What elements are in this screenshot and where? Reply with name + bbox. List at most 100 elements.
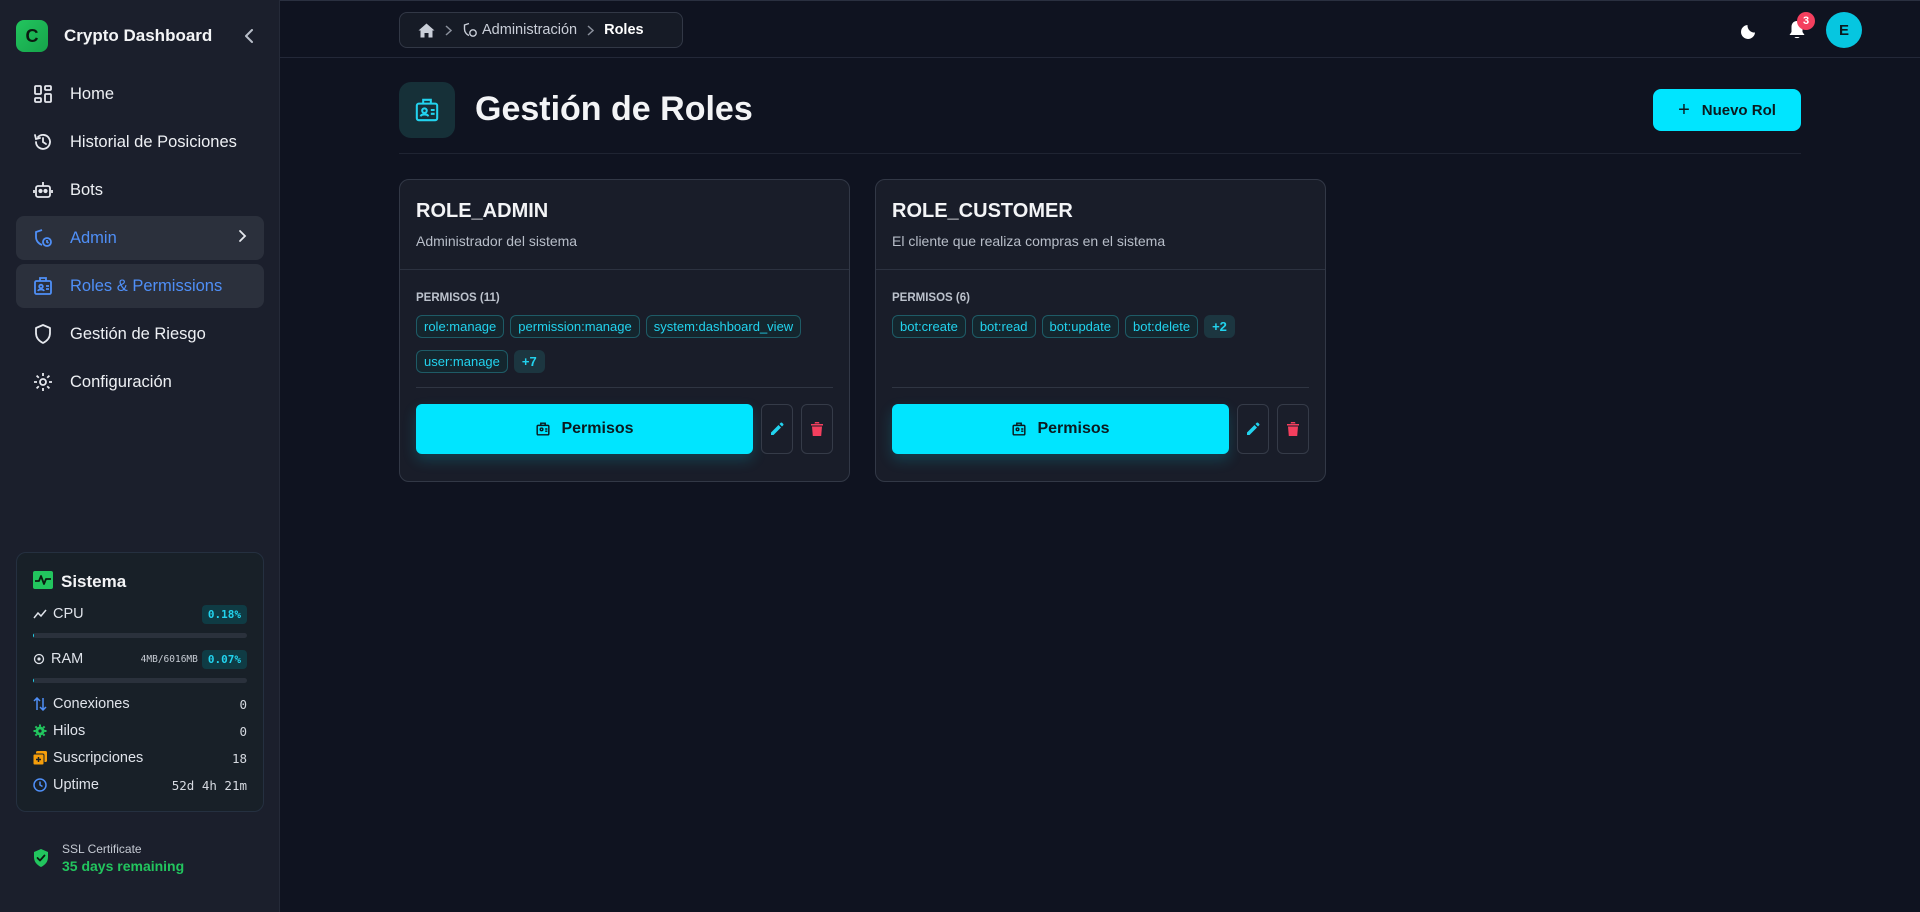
hilos-metric: Hilos 0: [33, 720, 247, 742]
sidebar-item-admin[interactable]: Admin: [16, 216, 264, 260]
cpu-progress-bar: [33, 633, 247, 638]
permissions-count-label: PERMISOS (6): [892, 292, 970, 304]
system-card-title: Sistema: [33, 570, 247, 593]
page-header: Gestión de Roles + Nuevo Rol: [399, 82, 1801, 154]
chevron-right-icon: [239, 230, 247, 242]
suscripciones-metric: Suscripciones 18: [33, 747, 247, 769]
trending-up-icon: [33, 608, 47, 620]
id-badge-icon: [399, 82, 455, 138]
trash-icon: [1287, 422, 1299, 436]
uptime-metric: Uptime 52d 4h 21m: [33, 774, 247, 796]
delete-role-button[interactable]: [1277, 404, 1309, 454]
ssl-certificate-status: SSL Certificate 35 days remaining: [16, 836, 264, 880]
edit-role-button[interactable]: [761, 404, 793, 454]
delete-role-button[interactable]: [801, 404, 833, 454]
ram-progress-bar: [33, 678, 247, 683]
verified-shield-icon: [34, 849, 48, 867]
brand: C Crypto Dashboard: [16, 20, 264, 52]
sidebar-item-home[interactable]: Home: [16, 72, 264, 116]
brand-logo[interactable]: C: [16, 20, 48, 52]
edit-role-button[interactable]: [1237, 404, 1269, 454]
ram-metric: RAM 4MB/6016MB 0.07%: [33, 648, 247, 670]
sidebar-item-label: Gestión de Riesgo: [70, 324, 206, 343]
breadcrumb-current: Roles: [604, 22, 644, 38]
home-icon: [418, 23, 435, 37]
cpu-metric: CPU 0.18%: [33, 603, 247, 625]
cpu-value: 0.18%: [201, 604, 247, 624]
permissions-count-label: PERMISOS (11): [416, 292, 500, 304]
sidebar-item-label: Admin: [70, 228, 117, 247]
sidebar-item-bots[interactable]: Bots: [16, 168, 264, 212]
permission-tag: user:manage: [416, 349, 508, 373]
page-title: Gestión de Roles: [475, 90, 753, 128]
permission-tag: role:manage: [416, 315, 505, 338]
app-title: Crypto Dashboard: [64, 26, 213, 45]
role-name: ROLE_CUSTOMER: [892, 200, 1073, 222]
role-description: El cliente que realiza compras en el sis…: [892, 233, 1166, 249]
subscriptions-icon: [33, 751, 47, 765]
permission-tag: bot:read: [971, 315, 1036, 338]
ssl-title: SSL Certificate: [62, 842, 142, 856]
topbar-actions: 3 E: [1721, 12, 1862, 48]
more-permissions-tag[interactable]: +2: [1204, 315, 1235, 338]
sidebar-item-label: Roles & Permissions: [70, 276, 223, 295]
breadcrumb: Administración Roles: [399, 12, 683, 48]
sidebar-item-configuracion[interactable]: Configuración: [16, 360, 264, 404]
gear-icon: [32, 371, 54, 393]
sidebar: C Crypto Dashboard Home Historial de Pos…: [0, 0, 280, 912]
role-card: ROLE_ADMIN Administrador del sistema PER…: [399, 179, 850, 482]
clock-icon: [33, 778, 47, 792]
permission-tag: system:dashboard_view: [645, 315, 802, 338]
pencil-icon: [771, 422, 784, 435]
shield-icon: [32, 323, 54, 345]
breadcrumb-admin[interactable]: Administración: [462, 22, 577, 38]
admin-shield-icon: [463, 22, 477, 37]
permissions-button[interactable]: Permisos: [892, 404, 1229, 454]
dashboard-grid-icon: [32, 83, 54, 105]
divider: [416, 387, 833, 388]
sidebar-item-riesgo[interactable]: Gestión de Riesgo: [16, 312, 264, 356]
uptime-value: 52d 4h 21m: [171, 777, 247, 793]
id-badge-icon: [1011, 421, 1027, 437]
connections-icon: [33, 697, 47, 711]
cog-icon: [33, 724, 47, 738]
ram-value: 0.07%: [201, 649, 247, 669]
divider: [892, 387, 1309, 388]
breadcrumb-home[interactable]: [418, 23, 435, 38]
role-name: ROLE_ADMIN: [416, 200, 549, 222]
chevron-right-icon: [445, 24, 452, 36]
trash-icon: [811, 422, 823, 436]
chevron-left-icon: [245, 29, 253, 43]
role-description: Administrador del sistema: [416, 233, 578, 249]
id-badge-icon: [535, 421, 551, 437]
sidebar-item-historial[interactable]: Historial de Posiciones: [16, 120, 264, 164]
theme-toggle-button[interactable]: [1732, 12, 1768, 48]
sidebar-item-label: Historial de Posiciones: [70, 132, 237, 151]
moon-icon: [1741, 25, 1755, 39]
permission-tag: permission:manage: [510, 315, 640, 338]
hilos-value: 0: [239, 723, 247, 739]
system-status-card: Sistema CPU 0.18% RAM 4MB/6016MB 0.07% Co…: [16, 552, 264, 812]
role-card: ROLE_CUSTOMER El cliente que realiza com…: [875, 179, 1326, 482]
ssl-remaining: 35 days remaining: [62, 858, 185, 874]
permission-tags: bot:create bot:read bot:update bot:delet…: [892, 315, 1312, 377]
user-avatar[interactable]: E: [1826, 12, 1862, 48]
notifications-button[interactable]: 3: [1779, 12, 1815, 48]
suscripciones-value: 18: [231, 750, 247, 766]
more-permissions-tag[interactable]: +7: [513, 349, 545, 373]
topbar: Administración Roles 3 E: [280, 0, 1920, 58]
pencil-icon: [1247, 422, 1260, 435]
collapse-sidebar-button[interactable]: [240, 27, 258, 45]
conexiones-value: 0: [239, 696, 247, 712]
sidebar-item-roles[interactable]: Roles & Permissions: [16, 264, 264, 308]
permission-tag: bot:create: [892, 315, 966, 338]
memory-chip-icon: [33, 653, 45, 665]
history-icon: [32, 131, 54, 153]
new-role-button[interactable]: + Nuevo Rol: [1653, 89, 1801, 131]
conexiones-metric: Conexiones 0: [33, 693, 247, 715]
admin-shield-icon: [32, 227, 54, 249]
permissions-button[interactable]: Permisos: [416, 404, 753, 454]
chevron-right-icon: [587, 24, 595, 36]
permission-tag: bot:delete: [1124, 315, 1199, 338]
permission-tags: role:manage permission:manage system:das…: [416, 315, 836, 377]
